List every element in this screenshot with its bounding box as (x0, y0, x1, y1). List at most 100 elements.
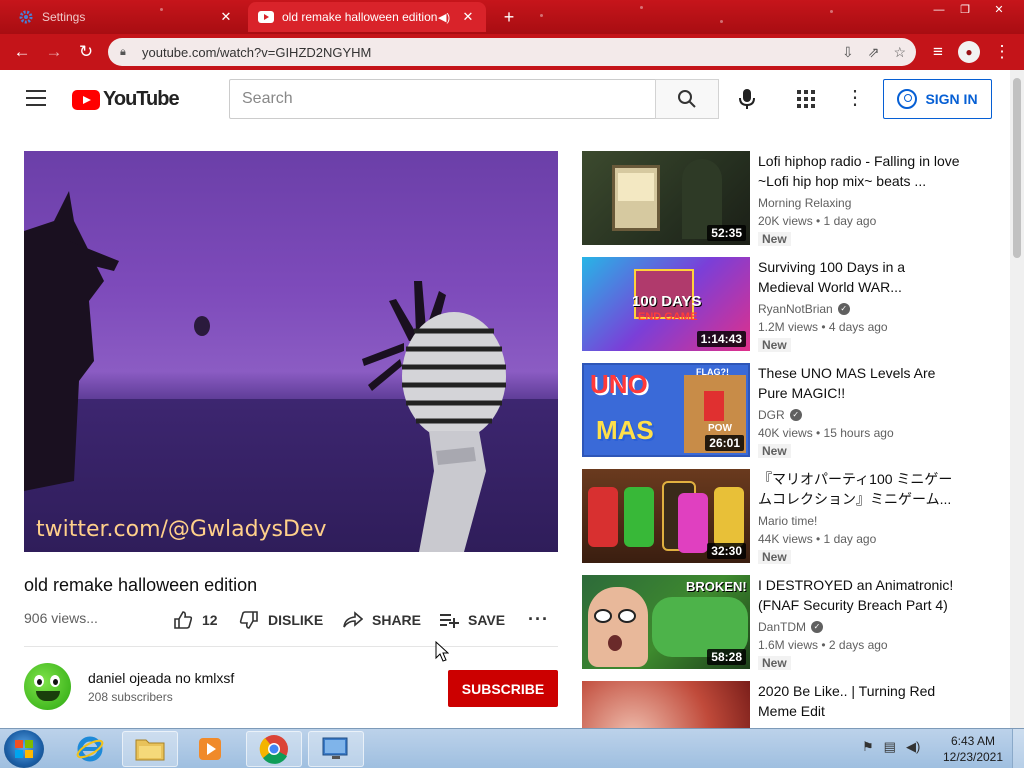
reload-button[interactable]: ↻ (72, 38, 100, 66)
sign-in-button[interactable]: SIGN IN (883, 79, 992, 119)
tab-settings[interactable]: Settings ✕ (8, 2, 244, 32)
view-count[interactable]: 906 views... (24, 610, 98, 626)
verified-check-icon: ✓ (789, 409, 802, 421)
save-button[interactable]: SAVE (438, 607, 505, 633)
video-meta: 1.2M views • 4 days ago (758, 320, 888, 334)
file-explorer-icon[interactable] (122, 731, 178, 767)
youtube-logo[interactable]: YouTube (72, 88, 180, 111)
channel-avatar[interactable] (24, 663, 71, 710)
new-badge: New (758, 656, 791, 670)
video-thumbnail[interactable]: 32:30 (582, 469, 750, 563)
share-icon[interactable]: ⇗ (868, 44, 880, 61)
video-thumbnail[interactable]: UNO MAS FLAG?! POW 26:01 (582, 363, 750, 457)
account-icon (897, 89, 918, 109)
recommended-channel[interactable]: Morning Relaxing (758, 196, 851, 210)
tab-title: old remake halloween edition (282, 10, 438, 24)
recommended-channel[interactable]: DGR ✓ (758, 408, 802, 422)
gear-icon (18, 9, 34, 25)
forward-button[interactable]: → (40, 38, 68, 66)
install-icon[interactable]: ⇩ (842, 44, 854, 61)
action-center-flag-icon[interactable]: ⚑ (862, 739, 874, 755)
subscriber-count: 208 subscribers (88, 690, 173, 704)
hamburger-menu-icon[interactable] (26, 90, 46, 106)
recommended-video-title[interactable]: Surviving 100 Days in a Medieval World W… (758, 257, 962, 297)
settings-more-icon[interactable]: ⋮ (845, 87, 865, 111)
close-tab-icon[interactable]: ✕ (218, 9, 234, 25)
recommended-video[interactable]: UNO MAS FLAG?! POW 26:01 These UNO MAS L… (582, 363, 962, 459)
video-thumbnail[interactable]: BROKEN! 58:28 (582, 575, 750, 669)
recommended-video[interactable]: BROKEN! 58:28 I DESTROYED an Animatronic… (582, 575, 962, 671)
minimize-button[interactable]: — (926, 2, 952, 20)
search-button[interactable] (655, 79, 719, 119)
video-thumbnail[interactable]: 52:35 (582, 151, 750, 245)
recommended-video[interactable]: 2020 Be Like.. | Turning Red Meme Edit (582, 681, 962, 728)
speaker-icon[interactable]: ◀) (438, 11, 454, 24)
playlist-add-icon (438, 609, 460, 631)
video-duration: 26:01 (705, 435, 744, 451)
bookmark-star-icon[interactable]: ☆ (893, 44, 906, 61)
media-controls-icon[interactable]: ≡ (924, 38, 952, 66)
recommended-video[interactable]: 52:35 Lofi hiphop radio - Falling in lov… (582, 151, 962, 247)
video-player[interactable]: twitter.com/@GwladysDev (24, 151, 558, 552)
subscribe-button[interactable]: SUBSCRIBE (448, 670, 558, 707)
media-player-icon[interactable] (182, 731, 238, 767)
microphone-icon[interactable] (735, 87, 759, 111)
profile-avatar-icon[interactable]: ● (958, 41, 980, 63)
show-desktop-button[interactable] (1012, 729, 1024, 768)
browser-menu-icon[interactable]: ⋮ (988, 38, 1016, 66)
video-thumbnail[interactable] (582, 681, 750, 728)
search-icon (678, 90, 696, 108)
address-bar[interactable]: 🔒︎ youtube.com/watch?v=GIHZD2NGYHM ⇩ ⇗ ☆ (108, 38, 916, 66)
url-text: youtube.com/watch?v=GIHZD2NGYHM (142, 44, 372, 60)
recommended-video-title[interactable]: These UNO MAS Levels Are Pure MAGIC!! (758, 363, 962, 403)
video-meta: 1.6M views • 2 days ago (758, 638, 888, 652)
window-close-button[interactable]: ✕ (986, 2, 1012, 20)
recommended-channel[interactable]: RyanNotBrian ✓ (758, 302, 850, 316)
video-thumbnail[interactable]: 100 DAYS END GAME 1:14:43 (582, 257, 750, 351)
channel-label: RyanNotBrian (758, 302, 833, 316)
back-button[interactable]: ← (8, 38, 36, 66)
internet-explorer-icon[interactable] (62, 731, 118, 767)
video-watermark: twitter.com/@GwladysDev (36, 517, 327, 542)
screen: Settings ✕ old remake halloween edition … (0, 0, 1024, 768)
like-button[interactable]: 12 (172, 607, 218, 633)
scrollbar-thumb[interactable] (1013, 78, 1021, 258)
thumbnail-text: 100 DAYS (632, 293, 702, 310)
volume-icon[interactable]: ◀) (906, 739, 920, 755)
recommended-video[interactable]: 32:30 『マリオパーティ100 ミニゲームコレクション』ミニゲーム... M… (582, 469, 962, 565)
new-tab-button[interactable]: + (498, 7, 520, 29)
remote-desktop-icon[interactable] (308, 731, 364, 767)
lock-icon: 🔒︎ (120, 45, 126, 58)
page-scrollbar[interactable] (1010, 70, 1024, 728)
apps-grid-icon[interactable] (797, 90, 815, 108)
recommended-video-title[interactable]: 2020 Be Like.. | Turning Red Meme Edit (758, 681, 962, 721)
channel-label: Morning Relaxing (758, 196, 852, 210)
chrome-icon[interactable] (246, 731, 302, 767)
new-badge: New (758, 338, 791, 352)
tab-youtube-video[interactable]: old remake halloween edition ◀) ✕ (248, 2, 486, 32)
system-tray: ⚑ ▤ ◀) (862, 739, 920, 755)
network-icon[interactable]: ▤ (884, 739, 896, 755)
restore-button[interactable]: ❐ (952, 2, 978, 20)
browser-tab-strip: Settings ✕ old remake halloween edition … (0, 0, 1024, 34)
browser-toolbar: ← → ↻ 🔒︎ youtube.com/watch?v=GIHZD2NGYHM… (0, 34, 1024, 70)
dislike-button[interactable]: DISLIKE (238, 607, 323, 633)
search-input[interactable]: Search (229, 79, 656, 119)
recommended-video-title[interactable]: I DESTROYED an Animatronic! (FNAF Securi… (758, 575, 962, 615)
more-actions-icon[interactable]: ··· (528, 609, 549, 630)
share-button[interactable]: SHARE (342, 607, 421, 633)
thumbnail-text: BROKEN! (686, 579, 747, 594)
recommended-video[interactable]: 100 DAYS END GAME 1:14:43 Surviving 100 … (582, 257, 962, 353)
recommended-channel[interactable]: DanTDM ✓ (758, 620, 824, 634)
thumbnail-text: FLAG?! (696, 367, 729, 377)
taskbar-clock[interactable]: 6:43 AM 12/23/2021 (938, 733, 1008, 765)
sign-in-label: SIGN IN (925, 91, 978, 107)
youtube-play-logo-icon (72, 89, 100, 110)
channel-label: Mario time! (758, 514, 818, 528)
recommended-video-title[interactable]: Lofi hiphop radio - Falling in love ~Lof… (758, 151, 962, 191)
channel-name[interactable]: daniel ojeada no kmlxsf (88, 670, 234, 686)
start-button[interactable] (4, 730, 44, 768)
recommended-channel[interactable]: Mario time! (758, 514, 817, 528)
recommended-video-title[interactable]: 『マリオパーティ100 ミニゲームコレクション』ミニゲーム... (758, 469, 962, 509)
close-tab-icon[interactable]: ✕ (460, 9, 476, 25)
